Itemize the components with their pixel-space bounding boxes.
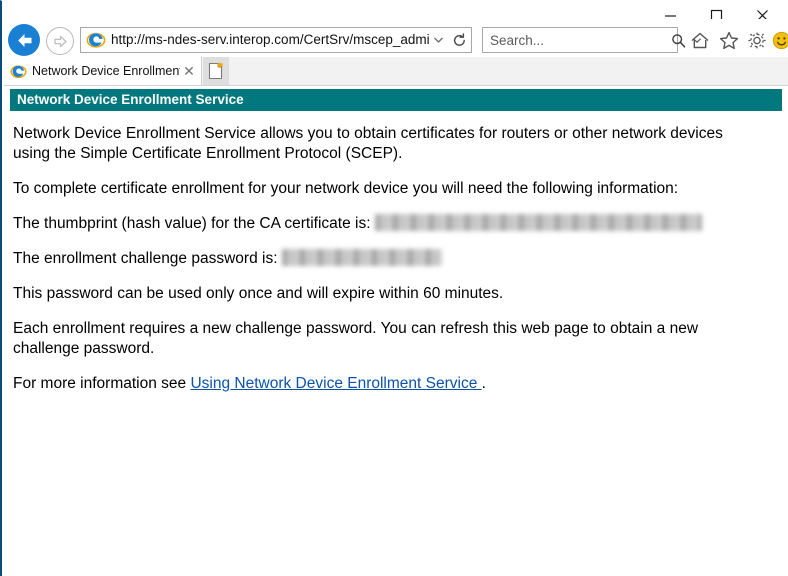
forward-button[interactable]: [46, 27, 74, 55]
paragraph-refresh-note: Each enrollment requires a new challenge…: [13, 320, 699, 357]
search-input[interactable]: [483, 29, 667, 51]
internet-explorer-icon: [10, 63, 27, 80]
title-bar: [2, 1, 788, 21]
url-text: http://ms-ndes-serv.interop.com/CertSrv/…: [111, 32, 429, 47]
search-icon[interactable]: [667, 29, 689, 51]
password-label: The enrollment challenge password is:: [13, 250, 278, 267]
chevron-down-icon[interactable]: [429, 28, 447, 52]
tab-title: Network Device Enrollment...: [32, 64, 180, 78]
paragraph-thumbprint: The thumbprint (hash value) for the CA c…: [13, 214, 753, 234]
close-icon[interactable]: ✕: [180, 62, 198, 80]
page-banner-title: Network Device Enrollment Service: [10, 89, 782, 111]
tab-network-device-enrollment[interactable]: Network Device Enrollment... ✕: [4, 57, 202, 85]
refresh-icon[interactable]: [447, 28, 471, 52]
home-icon[interactable]: [687, 28, 712, 53]
navigation-bar: http://ms-ndes-serv.interop.com/CertSrv/…: [4, 19, 788, 57]
paragraph-password: The enrollment challenge password is:: [13, 249, 753, 269]
address-bar[interactable]: http://ms-ndes-serv.interop.com/CertSrv/…: [80, 27, 472, 53]
back-button[interactable]: [8, 24, 40, 56]
tab-strip: Network Device Enrollment... ✕: [4, 57, 788, 86]
paragraph-intro: Network Device Enrollment Service allows…: [13, 125, 723, 162]
thumbprint-value-redacted: [374, 214, 702, 231]
gear-icon[interactable]: [744, 28, 769, 53]
more-info-prefix: For more information see: [13, 375, 191, 392]
new-tab-button[interactable]: [203, 57, 229, 85]
thumbprint-label: The thumbprint (hash value) for the CA c…: [13, 215, 371, 232]
paragraph-requirements: To complete certificate enrollment for y…: [13, 180, 679, 197]
challenge-password-value-redacted: [281, 249, 442, 266]
internet-explorer-icon: [86, 30, 106, 50]
page-body: Network Device Enrollment Service allows…: [13, 124, 753, 409]
using-nds-link[interactable]: Using Network Device Enrollment Service: [190, 375, 481, 392]
paragraph-more-info: For more information see Using Network D…: [13, 374, 753, 394]
browser-window: http://ms-ndes-serv.interop.com/CertSrv/…: [0, 0, 788, 576]
paragraph-expiry-note: This password can be used only once and …: [13, 285, 504, 302]
page-content: Network Device Enrollment Service Networ…: [4, 86, 788, 575]
smiley-icon[interactable]: [769, 28, 788, 53]
more-info-suffix: .: [481, 375, 486, 392]
star-icon[interactable]: [716, 28, 741, 53]
search-bar[interactable]: [482, 27, 701, 53]
